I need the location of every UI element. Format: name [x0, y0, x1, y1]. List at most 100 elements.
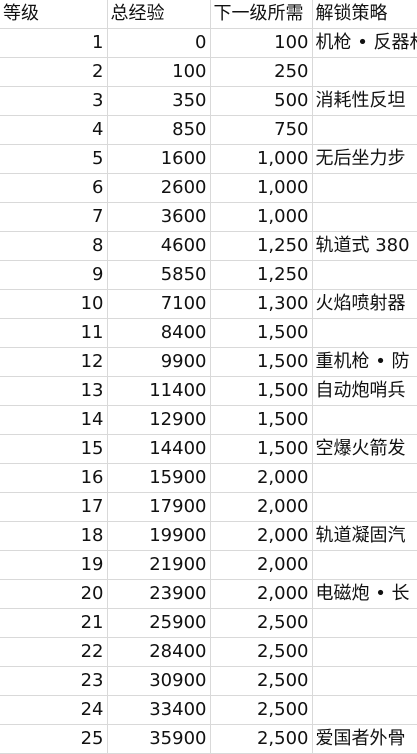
strategy-cell[interactable]: 轨道式 380 [312, 231, 417, 261]
strategy-cell[interactable]: 自动炮哨兵 [312, 376, 417, 406]
next-level-cell[interactable]: 1,000 [210, 202, 313, 232]
strategy-cell[interactable]: 机枪 • 反器材 [312, 28, 417, 58]
next-level-cell[interactable]: 1,300 [210, 289, 313, 319]
strategy-cell[interactable]: 重机枪 • 防 [312, 347, 417, 377]
strategy-cell[interactable] [312, 57, 417, 87]
next-level-cell[interactable]: 2,500 [210, 608, 313, 638]
next-level-cell[interactable]: 2,000 [210, 550, 313, 580]
strategy-cell[interactable]: 轨道凝固汽 [312, 521, 417, 551]
total-exp-cell[interactable]: 350 [107, 86, 211, 116]
total-exp-cell[interactable]: 3600 [107, 202, 211, 232]
strategy-cell[interactable]: 无后坐力步 [312, 144, 417, 174]
total-exp-cell[interactable]: 25900 [107, 608, 211, 638]
strategy-cell[interactable] [312, 550, 417, 580]
next-level-cell[interactable]: 100 [210, 28, 313, 58]
next-level-cell[interactable]: 1,500 [210, 376, 313, 406]
total-exp-cell[interactable]: 8400 [107, 318, 211, 348]
strategy-cell[interactable]: 火焰喷射器 [312, 289, 417, 319]
level-cell[interactable]: 6 [0, 173, 108, 203]
level-cell[interactable]: 4 [0, 115, 108, 145]
total-exp-cell[interactable]: 15900 [107, 463, 211, 493]
total-exp-cell[interactable]: 11400 [107, 376, 211, 406]
total-exp-cell[interactable]: 23900 [107, 579, 211, 609]
level-cell[interactable]: 18 [0, 521, 108, 551]
total-exp-cell[interactable]: 4600 [107, 231, 211, 261]
level-cell[interactable]: 14 [0, 405, 108, 435]
total-exp-cell[interactable]: 17900 [107, 492, 211, 522]
level-cell[interactable]: 2 [0, 57, 108, 87]
level-cell[interactable]: 9 [0, 260, 108, 290]
level-cell[interactable]: 10 [0, 289, 108, 319]
total-exp-cell[interactable]: 1600 [107, 144, 211, 174]
total-exp-cell[interactable]: 850 [107, 115, 211, 145]
total-exp-cell[interactable]: 21900 [107, 550, 211, 580]
next-level-cell[interactable]: 2,500 [210, 637, 313, 667]
next-level-cell[interactable]: 1,500 [210, 434, 313, 464]
next-level-cell[interactable]: 1,250 [210, 231, 313, 261]
strategy-cell[interactable]: 电磁炮 • 长 [312, 579, 417, 609]
strategy-cell[interactable] [312, 405, 417, 435]
strategy-cell[interactable] [312, 666, 417, 696]
total-exp-cell[interactable]: 28400 [107, 637, 211, 667]
strategy-cell[interactable]: 空爆火箭发 [312, 434, 417, 464]
next-level-cell[interactable]: 2,500 [210, 666, 313, 696]
total-exp-cell[interactable]: 33400 [107, 695, 211, 725]
level-cell[interactable]: 22 [0, 637, 108, 667]
next-level-cell[interactable]: 1,500 [210, 405, 313, 435]
strategy-cell[interactable] [312, 318, 417, 348]
next-level-cell[interactable]: 2,000 [210, 579, 313, 609]
total-exp-cell[interactable]: 2600 [107, 173, 211, 203]
strategy-cell[interactable] [312, 608, 417, 638]
level-cell[interactable]: 13 [0, 376, 108, 406]
total-exp-cell[interactable]: 19900 [107, 521, 211, 551]
next-level-cell[interactable]: 250 [210, 57, 313, 87]
next-level-cell[interactable]: 2,000 [210, 463, 313, 493]
next-level-cell[interactable]: 1,500 [210, 347, 313, 377]
level-cell[interactable]: 8 [0, 231, 108, 261]
next-level-cell[interactable]: 1,000 [210, 173, 313, 203]
level-cell[interactable]: 12 [0, 347, 108, 377]
next-level-cell[interactable]: 2,500 [210, 695, 313, 725]
next-level-cell[interactable]: 1,000 [210, 144, 313, 174]
level-cell[interactable]: 17 [0, 492, 108, 522]
total-exp-cell[interactable]: 14400 [107, 434, 211, 464]
total-exp-cell[interactable]: 0 [107, 28, 211, 58]
total-exp-cell[interactable]: 100 [107, 57, 211, 87]
strategy-cell[interactable] [312, 492, 417, 522]
strategy-cell[interactable] [312, 260, 417, 290]
level-cell[interactable]: 21 [0, 608, 108, 638]
next-level-cell[interactable]: 1,250 [210, 260, 313, 290]
level-cell[interactable]: 23 [0, 666, 108, 696]
strategy-cell[interactable] [312, 115, 417, 145]
next-level-cell[interactable]: 2,000 [210, 521, 313, 551]
level-cell[interactable]: 16 [0, 463, 108, 493]
next-level-cell[interactable]: 500 [210, 86, 313, 116]
header-unlock-strategy[interactable]: 解锁策略 [312, 0, 417, 29]
total-exp-cell[interactable]: 7100 [107, 289, 211, 319]
strategy-cell[interactable] [312, 695, 417, 725]
header-next-level-required[interactable]: 下一级所需 [210, 0, 313, 29]
level-cell[interactable]: 19 [0, 550, 108, 580]
total-exp-cell[interactable]: 30900 [107, 666, 211, 696]
strategy-cell[interactable] [312, 202, 417, 232]
level-cell[interactable]: 5 [0, 144, 108, 174]
strategy-cell[interactable] [312, 173, 417, 203]
next-level-cell[interactable]: 1,500 [210, 318, 313, 348]
strategy-cell[interactable]: 消耗性反坦 [312, 86, 417, 116]
total-exp-cell[interactable]: 12900 [107, 405, 211, 435]
level-cell[interactable]: 20 [0, 579, 108, 609]
header-level[interactable]: 等级 [0, 0, 108, 29]
next-level-cell[interactable]: 750 [210, 115, 313, 145]
level-cell[interactable]: 11 [0, 318, 108, 348]
total-exp-cell[interactable]: 9900 [107, 347, 211, 377]
strategy-cell[interactable] [312, 463, 417, 493]
total-exp-cell[interactable]: 5850 [107, 260, 211, 290]
level-cell[interactable]: 15 [0, 434, 108, 464]
level-cell[interactable]: 7 [0, 202, 108, 232]
next-level-cell[interactable]: 2,000 [210, 492, 313, 522]
level-cell[interactable]: 24 [0, 695, 108, 725]
level-cell[interactable]: 3 [0, 86, 108, 116]
level-cell[interactable]: 1 [0, 28, 108, 58]
strategy-cell[interactable] [312, 637, 417, 667]
header-total-exp[interactable]: 总经验 [107, 0, 211, 29]
